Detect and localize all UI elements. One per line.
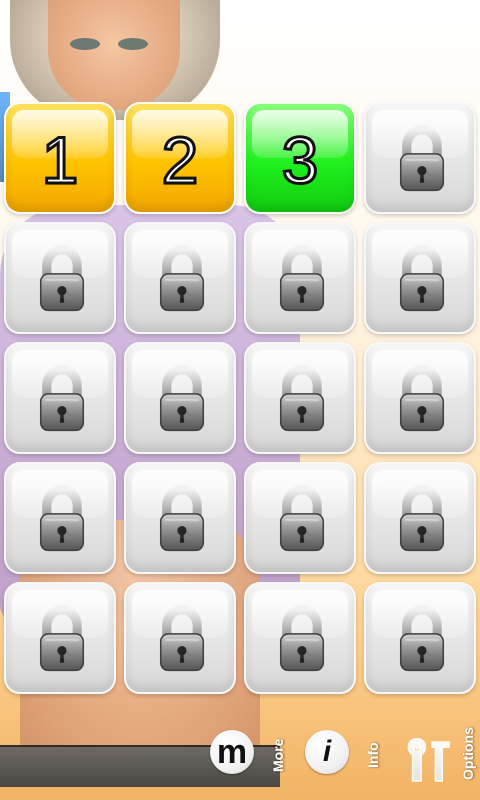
lock-icon <box>159 605 205 672</box>
level-tile-12[interactable] <box>364 342 476 454</box>
level-number: 3 <box>280 122 320 199</box>
lock-icon <box>39 605 85 672</box>
options-button[interactable]: Options <box>392 720 480 800</box>
level-tile-16[interactable] <box>364 462 476 574</box>
level-tile-5[interactable] <box>4 222 116 334</box>
level-tile-19[interactable] <box>244 582 356 694</box>
lock-icon <box>399 485 445 552</box>
level-tile-10[interactable] <box>124 342 236 454</box>
more-label: More <box>270 738 286 772</box>
lock-icon <box>159 365 205 432</box>
lock-icon <box>399 365 445 432</box>
lock-icon <box>39 485 85 552</box>
lock-icon <box>159 485 205 552</box>
lock-icon <box>39 245 85 312</box>
lock-icon <box>159 245 205 312</box>
bottom-menu: m More i Info Options <box>0 720 480 800</box>
level-number: 2 <box>160 122 200 199</box>
level-tile-6[interactable] <box>124 222 236 334</box>
level-tile-13[interactable] <box>4 462 116 574</box>
level-tile-3[interactable]: 3 <box>244 102 356 214</box>
lock-icon <box>279 485 325 552</box>
level-tile-14[interactable] <box>124 462 236 574</box>
level-tile-2[interactable]: 2 <box>124 102 236 214</box>
lock-icon <box>279 605 325 672</box>
level-tile-15[interactable] <box>244 462 356 574</box>
level-tile-7[interactable] <box>244 222 356 334</box>
level-tile-9[interactable] <box>4 342 116 454</box>
more-button[interactable]: m More <box>210 720 290 800</box>
options-label: Options <box>460 727 476 780</box>
lock-icon <box>279 245 325 312</box>
level-tile-4[interactable] <box>364 102 476 214</box>
lock-icon <box>279 365 325 432</box>
lock-icon <box>39 365 85 432</box>
info-icon: i <box>305 730 349 774</box>
info-glyph: i <box>322 735 332 768</box>
lock-icon <box>399 125 445 192</box>
info-button[interactable]: i Info <box>305 720 385 800</box>
level-tile-8[interactable] <box>364 222 476 334</box>
level-tile-11[interactable] <box>244 342 356 454</box>
tools-icon <box>407 737 450 782</box>
level-tile-18[interactable] <box>124 582 236 694</box>
level-grid: 1 2 3 <box>0 0 480 720</box>
level-tile-1[interactable]: 1 <box>4 102 116 214</box>
level-tile-20[interactable] <box>364 582 476 694</box>
lock-icon <box>399 245 445 312</box>
level-tile-17[interactable] <box>4 582 116 694</box>
m-glyph: m <box>216 733 248 771</box>
info-label: Info <box>365 742 381 768</box>
level-number: 1 <box>40 122 80 199</box>
m-circle-icon: m <box>210 730 254 774</box>
lock-icon <box>399 605 445 672</box>
